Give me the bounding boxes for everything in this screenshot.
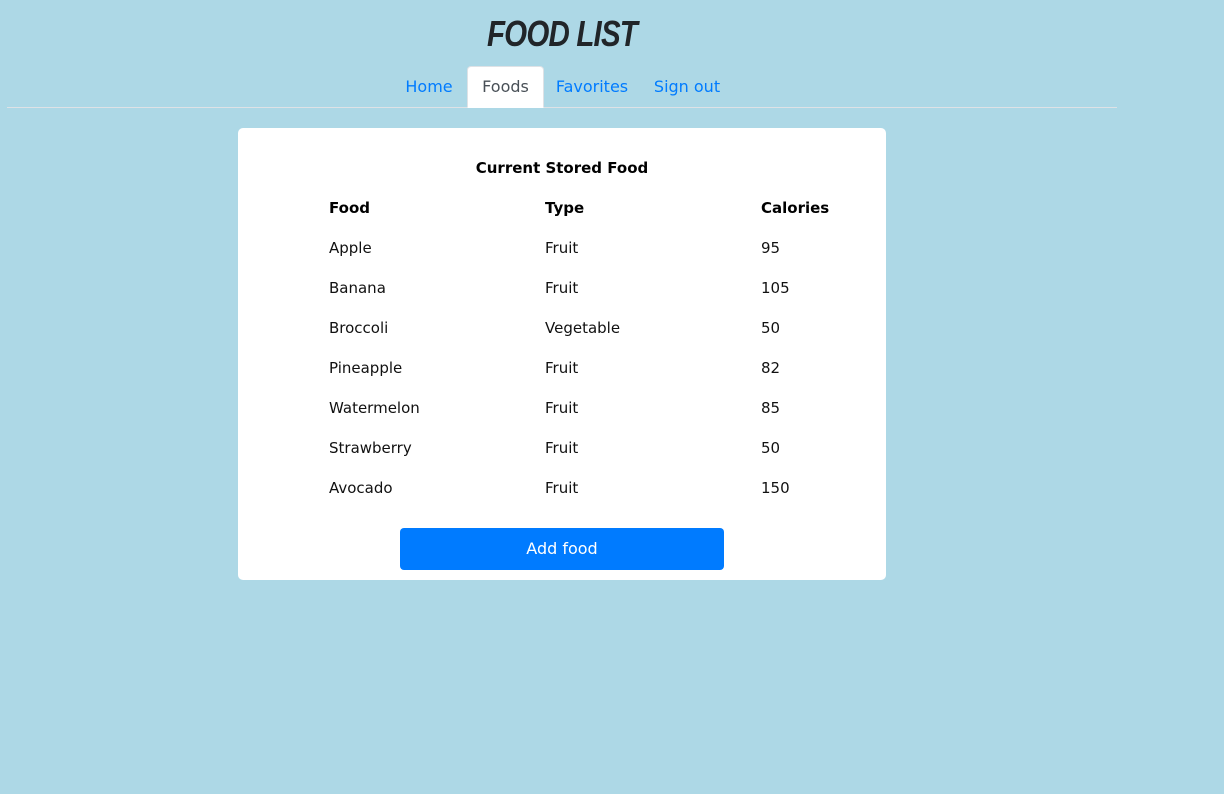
food-type-cell: Fruit — [545, 479, 579, 497]
food-card: Current Stored Food Food Type Calories A… — [238, 128, 886, 580]
food-name-cell: Strawberry — [329, 439, 412, 457]
app-title: FOOD LIST — [486, 13, 638, 54]
column-header-food: Food — [329, 199, 370, 217]
food-type-cell: Fruit — [545, 279, 579, 297]
food-calories-cell: 85 — [761, 399, 781, 417]
tab-foods[interactable]: Foods — [467, 66, 544, 108]
food-calories-cell: 95 — [761, 239, 781, 257]
column-header-calories: Calories — [761, 199, 830, 217]
food-calories-cell: 50 — [761, 439, 781, 457]
food-calories-cell: 150 — [761, 479, 790, 497]
food-type-cell: Fruit — [545, 399, 579, 417]
card-title: Current Stored Food — [475, 159, 649, 177]
tab-favorites[interactable]: Favorites — [548, 66, 636, 107]
food-name-cell: Pineapple — [329, 359, 403, 377]
food-name-cell: Banana — [329, 279, 386, 297]
food-type-cell: Vegetable — [545, 319, 621, 337]
tab-home[interactable]: Home — [395, 66, 463, 107]
food-type-cell: Fruit — [545, 239, 579, 257]
add-food-button[interactable]: Add food — [400, 528, 724, 570]
nav-tabs: Home Foods Favorites Sign out — [7, 66, 1117, 108]
column-header-type: Type — [545, 199, 585, 217]
food-calories-cell: 50 — [761, 319, 781, 337]
food-type-cell: Fruit — [545, 359, 579, 377]
food-name-cell: Broccoli — [329, 319, 389, 337]
food-calories-cell: 82 — [761, 359, 781, 377]
food-name-cell: Avocado — [329, 479, 393, 497]
food-name-cell: Watermelon — [329, 399, 420, 417]
food-calories-cell: 105 — [761, 279, 790, 297]
food-name-cell: Apple — [329, 239, 372, 257]
food-type-cell: Fruit — [545, 439, 579, 457]
nav-tab-list: Home Foods Favorites Sign out — [7, 66, 1117, 108]
tab-sign-out[interactable]: Sign out — [644, 66, 730, 107]
